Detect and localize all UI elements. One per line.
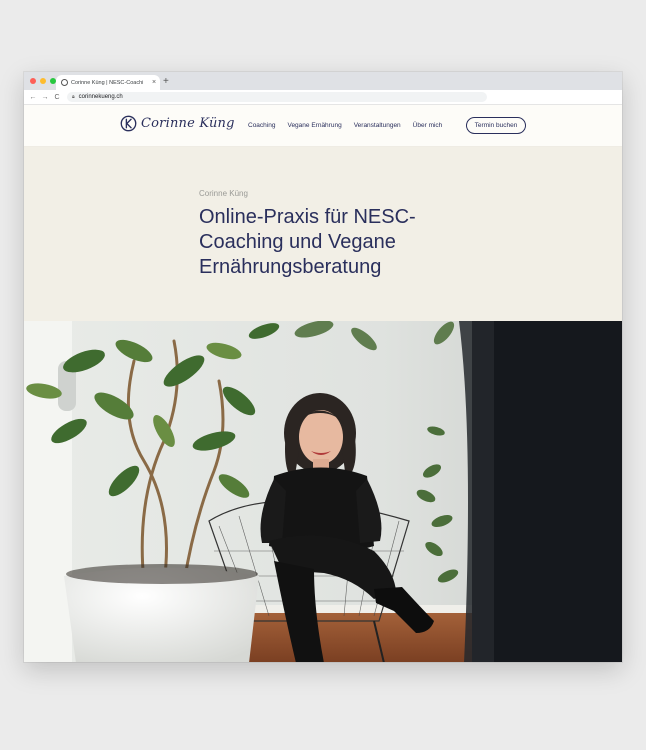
site-header: Corinne Küng Coaching Vegane Ernährung V… xyxy=(24,105,622,147)
browser-window: Corinne Küng | NESC-Coachi × + ← → C 🔒︎ … xyxy=(24,72,622,662)
url-text: corinnekueng.ch xyxy=(78,94,123,100)
headline-line: Online-Praxis für NESC- xyxy=(199,206,416,228)
site-logo[interactable]: Corinne Küng xyxy=(120,115,235,132)
nav-link-veranstaltungen[interactable]: Veranstaltungen xyxy=(354,122,401,129)
book-appointment-button[interactable]: Termin buchen xyxy=(466,117,526,134)
tab-strip: Corinne Küng | NESC-Coachi × + xyxy=(24,72,622,90)
back-icon[interactable]: ← xyxy=(27,94,39,101)
window-controls xyxy=(30,78,56,84)
browser-tab[interactable]: Corinne Küng | NESC-Coachi × xyxy=(56,75,160,90)
hero-photo xyxy=(24,321,622,662)
lock-icon: 🔒︎ xyxy=(72,94,75,100)
logo-mark-icon xyxy=(120,115,137,132)
new-tab-button[interactable]: + xyxy=(163,75,169,89)
nav-link-vegane-ernaehrung[interactable]: Vegane Ernährung xyxy=(287,122,341,129)
portrait-photo-illustration xyxy=(24,321,622,662)
minimize-window-button[interactable] xyxy=(40,78,46,84)
headline-line: Coaching und Vegane xyxy=(199,231,396,253)
logo-text: Corinne Küng xyxy=(141,116,235,131)
address-bar[interactable]: 🔒︎ corinnekueng.ch xyxy=(67,92,487,102)
nav-link-ueber-mich[interactable]: Über mich xyxy=(413,122,443,129)
hero-headline: Online-Praxis für NESC- Coaching und Veg… xyxy=(199,205,499,280)
headline-line: Ernährungsberatung xyxy=(199,256,382,278)
hero-section: Corinne Küng Online-Praxis für NESC- Coa… xyxy=(24,147,622,321)
nav-link-coaching[interactable]: Coaching xyxy=(248,122,275,129)
close-window-button[interactable] xyxy=(30,78,36,84)
hero-eyebrow: Corinne Küng xyxy=(199,189,248,198)
tab-close-icon[interactable]: × xyxy=(150,79,158,86)
forward-icon[interactable]: → xyxy=(39,94,51,101)
address-toolbar: ← → C 🔒︎ corinnekueng.ch xyxy=(24,90,622,105)
favicon-icon xyxy=(61,79,68,86)
tab-title: Corinne Küng | NESC-Coachi xyxy=(71,79,144,86)
reload-icon[interactable]: C xyxy=(51,94,63,101)
main-nav: Coaching Vegane Ernährung Veranstaltunge… xyxy=(248,105,442,146)
